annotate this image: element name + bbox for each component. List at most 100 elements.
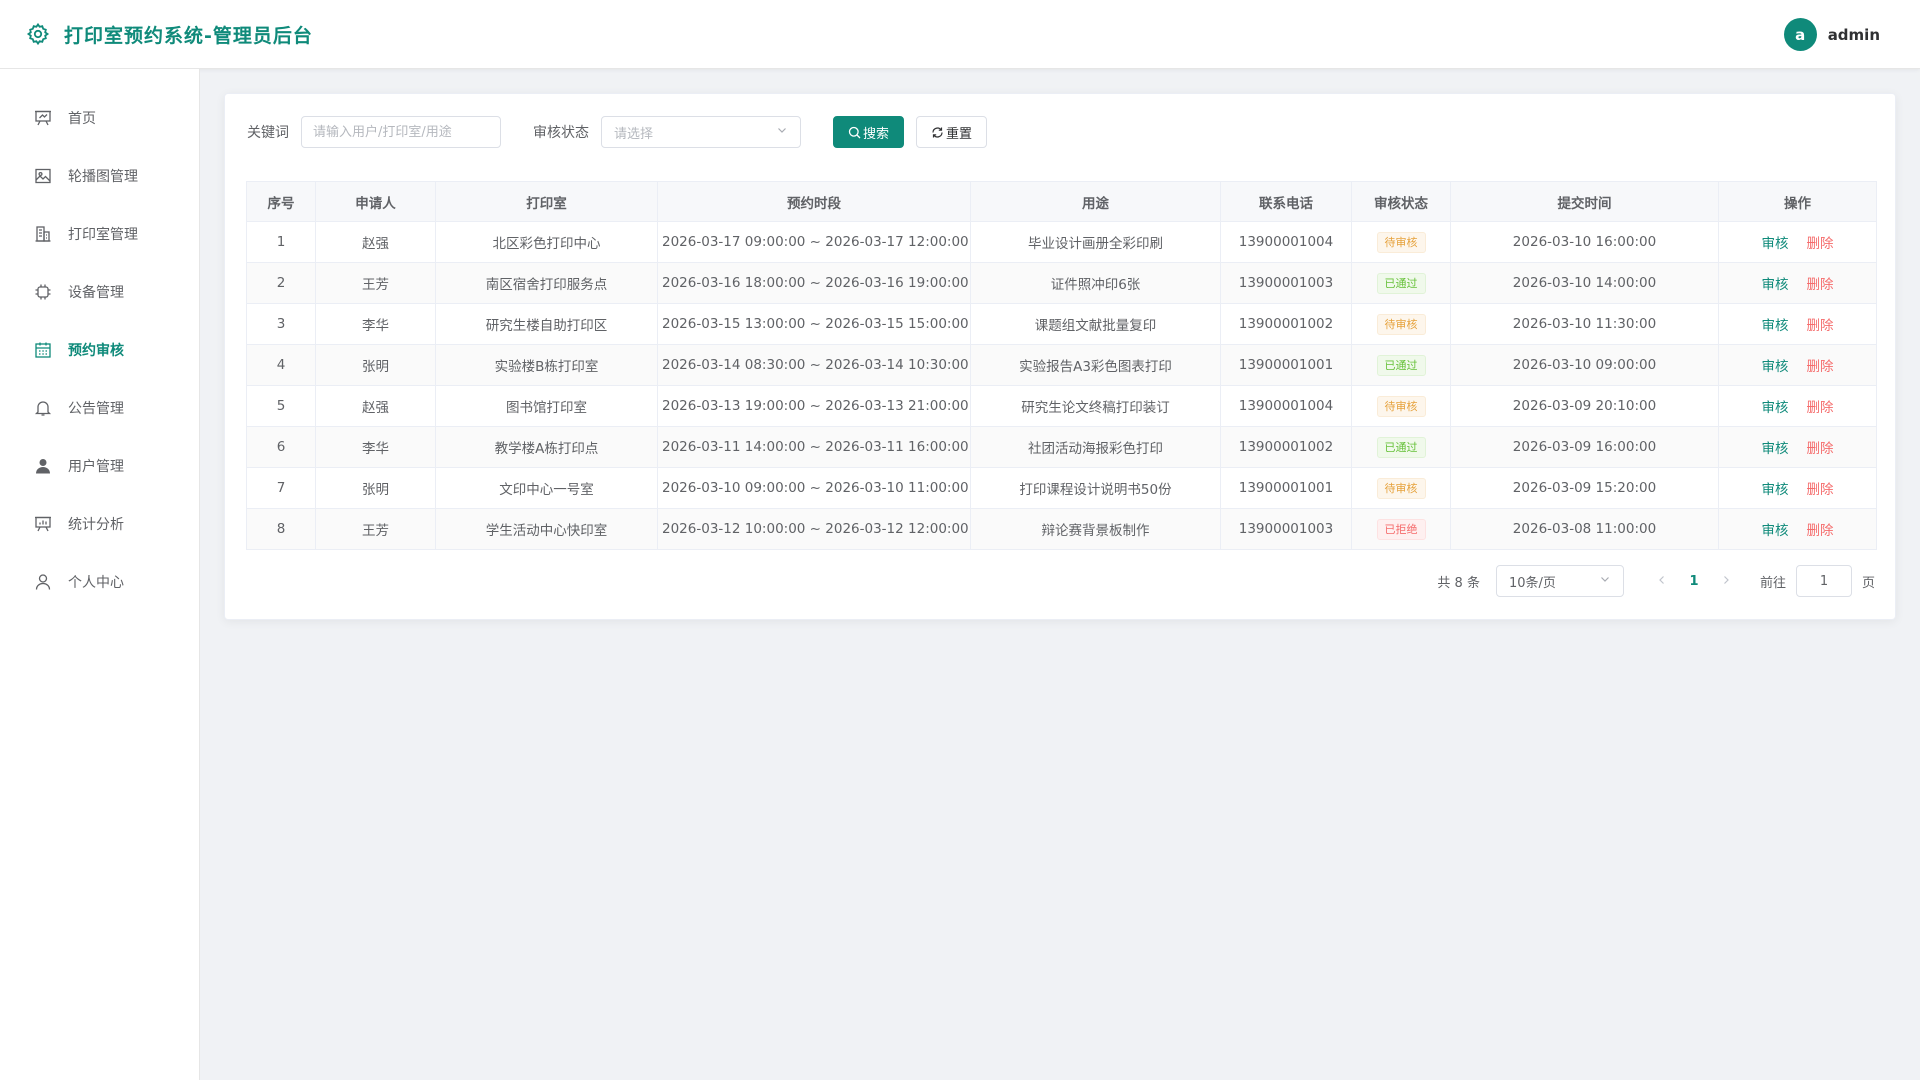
cell-purpose: 课题组文献批量复印: [970, 303, 1221, 345]
audit-button[interactable]: 审核: [1762, 482, 1789, 498]
cell-room: 北区彩色打印中心: [435, 221, 658, 263]
table-row: 5 赵强 图书馆打印室 2026-03-13 19:00:00 ~ 2026-0…: [246, 385, 1877, 427]
column-header: 序号: [246, 181, 316, 222]
goto-page-input[interactable]: [1795, 565, 1852, 597]
sidebar-item-profile[interactable]: 个人中心: [0, 553, 199, 611]
audit-button[interactable]: 审核: [1762, 359, 1789, 375]
delete-button[interactable]: 删除: [1807, 523, 1834, 539]
cell-status: 待审核: [1351, 221, 1451, 263]
chevron-right-icon: [1724, 576, 1729, 584]
audit-button[interactable]: 审核: [1762, 523, 1789, 539]
table-row: 6 李华 教学楼A栋打印点 2026-03-11 14:00:00 ~ 2026…: [246, 426, 1877, 468]
status-select[interactable]: 请选择: [601, 116, 801, 148]
sidebar-item-devices[interactable]: 设备管理: [0, 263, 199, 321]
cell-submitted: 2026-03-10 11:30:00: [1450, 303, 1719, 345]
cell-room: 文印中心一号室: [435, 467, 658, 509]
audit-button[interactable]: 审核: [1762, 318, 1789, 334]
cell-purpose: 实验报告A3彩色图表打印: [970, 344, 1221, 386]
page-size-select[interactable]: 10条/页: [1495, 565, 1624, 597]
delete-button[interactable]: 删除: [1807, 359, 1834, 375]
gear-icon: [26, 22, 50, 46]
delete-button[interactable]: 删除: [1807, 441, 1834, 457]
audit-button[interactable]: 审核: [1762, 277, 1789, 293]
cell-period: 2026-03-15 13:00:00 ~ 2026-03-15 15:00:0…: [657, 303, 971, 345]
audit-button[interactable]: 审核: [1762, 441, 1789, 457]
table-row: 1 赵强 北区彩色打印中心 2026-03-17 09:00:00 ~ 2026…: [246, 221, 1877, 263]
status-badge: 待审核: [1376, 395, 1426, 417]
username[interactable]: admin: [1828, 26, 1880, 44]
keyword-input[interactable]: [301, 116, 501, 148]
delete-button[interactable]: 删除: [1807, 400, 1834, 416]
cell-no: 7: [246, 467, 316, 509]
sidebar-item-label: 打印室管理: [68, 227, 138, 243]
sidebar-item-booking-review[interactable]: 预约审核: [0, 321, 199, 379]
delete-button[interactable]: 删除: [1807, 277, 1834, 293]
page-number[interactable]: 1: [1678, 574, 1710, 589]
cell-submitted: 2026-03-10 14:00:00: [1450, 262, 1719, 304]
status-badge: 已通过: [1376, 272, 1426, 294]
cell-applicant: 赵强: [315, 221, 436, 263]
chevron-down-icon: [776, 124, 788, 140]
column-header: 用途: [970, 181, 1221, 222]
reset-button-label: 重置: [946, 126, 973, 142]
status-select-placeholder: 请选择: [614, 126, 654, 142]
cell-no: 1: [246, 221, 316, 263]
sidebar-item-print-rooms[interactable]: 打印室管理: [0, 205, 199, 263]
table-row: 4 张明 实验楼B栋打印室 2026-03-14 08:30:00 ~ 2026…: [246, 344, 1877, 386]
audit-button[interactable]: 审核: [1762, 236, 1789, 252]
status-badge: 待审核: [1376, 231, 1426, 253]
table-row: 2 王芳 南区宿舍打印服务点 2026-03-16 18:00:00 ~ 202…: [246, 262, 1877, 304]
sidebar-item-label: 公告管理: [68, 401, 124, 417]
sidebar-item-label: 统计分析: [68, 517, 124, 533]
cell-actions: 审核 删除: [1718, 426, 1877, 468]
cell-phone: 13900001004: [1220, 385, 1352, 427]
cell-purpose: 社团活动海报彩色打印: [970, 426, 1221, 468]
cell-no: 4: [246, 344, 316, 386]
delete-button[interactable]: 删除: [1807, 318, 1834, 334]
cell-applicant: 张明: [315, 467, 436, 509]
next-page-button[interactable]: [1710, 573, 1742, 589]
pagination-total: 共 8 条: [1437, 575, 1480, 591]
cell-room: 学生活动中心快印室: [435, 508, 658, 550]
sidebar-item-carousel[interactable]: 轮播图管理: [0, 147, 199, 205]
sidebar: 首页 轮播图管理 打印室管理 设备管理 预约审核 公告管理 用户管理 统计分析 …: [0, 69, 200, 1080]
cell-applicant: 李华: [315, 426, 436, 468]
search-button[interactable]: 搜索: [833, 116, 905, 148]
sidebar-item-announcements[interactable]: 公告管理: [0, 379, 199, 437]
delete-button[interactable]: 删除: [1807, 236, 1834, 252]
cell-applicant: 张明: [315, 344, 436, 386]
cell-submitted: 2026-03-08 11:00:00: [1450, 508, 1719, 550]
calendar-icon: [34, 341, 52, 359]
sidebar-item-label: 首页: [68, 111, 96, 127]
sidebar-item-statistics[interactable]: 统计分析: [0, 495, 199, 553]
cell-actions: 审核 删除: [1718, 508, 1877, 550]
building-icon: [34, 225, 52, 243]
avatar[interactable]: a: [1783, 18, 1817, 51]
cell-applicant: 王芳: [315, 508, 436, 550]
cell-no: 2: [246, 262, 316, 304]
user-menu[interactable]: a admin: [1783, 18, 1880, 51]
delete-button[interactable]: 删除: [1807, 482, 1834, 498]
booking-table: 序号 申请人 打印室 预约时段 用途 联系电话 审核状态 提交时间 操作 1 赵…: [246, 181, 1877, 550]
sidebar-item-label: 轮播图管理: [68, 169, 138, 185]
cell-room: 图书馆打印室: [435, 385, 658, 427]
brand: 打印室预约系统-管理员后台: [26, 21, 313, 48]
reset-button[interactable]: 重置: [916, 116, 988, 148]
sidebar-item-home[interactable]: 首页: [0, 89, 199, 147]
status-badge: 已通过: [1376, 436, 1426, 458]
cell-purpose: 证件照冲印6张: [970, 262, 1221, 304]
cell-purpose: 辩论赛背景板制作: [970, 508, 1221, 550]
column-header: 联系电话: [1220, 181, 1352, 222]
cell-no: 3: [246, 303, 316, 345]
keyword-label: 关键词: [247, 125, 289, 141]
column-header: 预约时段: [657, 181, 971, 222]
cell-room: 南区宿舍打印服务点: [435, 262, 658, 304]
prev-page-button[interactable]: [1646, 573, 1678, 589]
cell-phone: 13900001002: [1220, 426, 1352, 468]
status-badge: 已拒绝: [1376, 518, 1426, 540]
sidebar-item-users[interactable]: 用户管理: [0, 437, 199, 495]
cell-actions: 审核 删除: [1718, 344, 1877, 386]
audit-button[interactable]: 审核: [1762, 400, 1789, 416]
column-header: 提交时间: [1450, 181, 1719, 222]
cell-purpose: 毕业设计画册全彩印刷: [970, 221, 1221, 263]
